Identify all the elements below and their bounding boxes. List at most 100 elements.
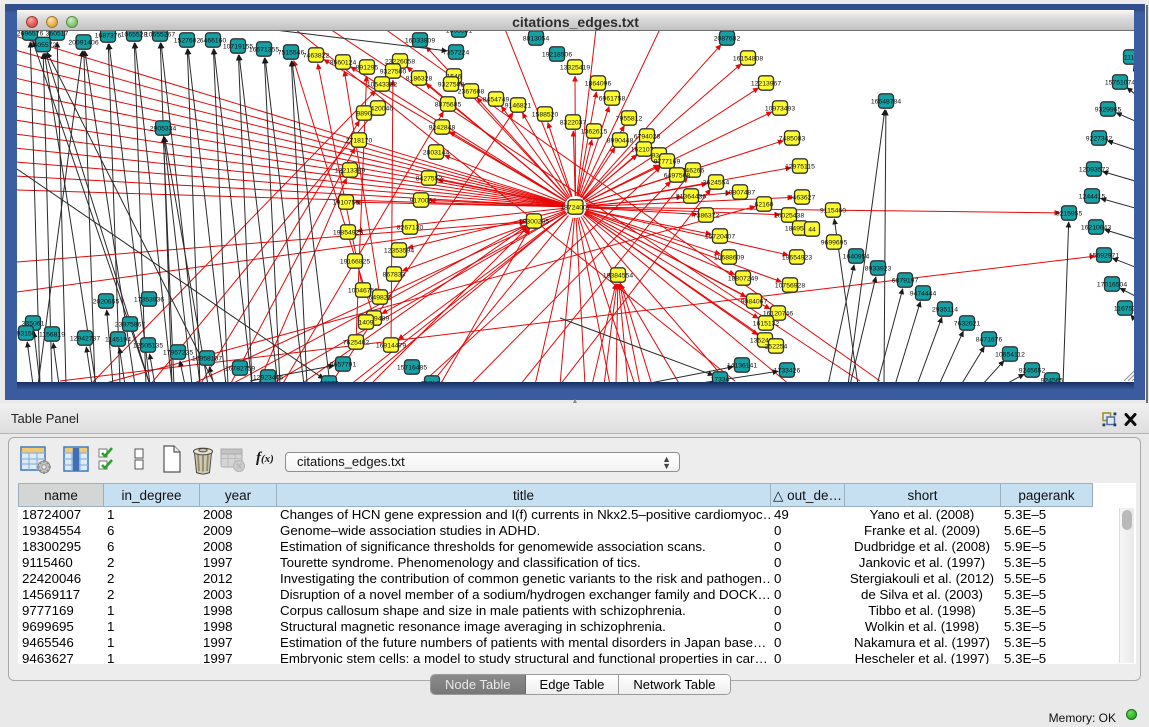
svg-text:1603381: 1603381 <box>446 31 473 34</box>
svg-text:15692971: 15692971 <box>1089 252 1119 259</box>
svg-text:1588520: 1588520 <box>532 111 559 118</box>
svg-text:16648784: 16648784 <box>871 98 901 105</box>
svg-text:7632621: 7632621 <box>954 320 981 327</box>
svg-text:891295: 891295 <box>356 64 379 71</box>
svg-text:19854925: 19854925 <box>333 229 363 236</box>
svg-text:8933923: 8933923 <box>865 265 892 272</box>
svg-text:12975115: 12975115 <box>785 163 815 170</box>
svg-text:9146821: 9146821 <box>505 102 532 109</box>
svg-text:2020655: 2020655 <box>93 298 120 305</box>
svg-text:9115460: 9115460 <box>820 207 846 214</box>
svg-text:2718170: 2718170 <box>346 137 373 144</box>
svg-text:10654112: 10654112 <box>995 351 1025 358</box>
svg-text:116753: 116753 <box>1114 305 1134 312</box>
svg-text:62160: 62160 <box>755 201 774 208</box>
svg-text:9329965: 9329965 <box>1095 106 1122 113</box>
svg-text:7463822: 7463822 <box>303 52 330 59</box>
svg-text:13325419: 13325419 <box>560 64 590 71</box>
svg-text:9890: 9890 <box>356 110 371 117</box>
svg-text:21364436: 21364436 <box>676 193 706 200</box>
svg-text:9245652: 9245652 <box>1019 367 1046 374</box>
svg-text:9327508: 9327508 <box>438 81 465 88</box>
svg-text:9777169: 9777169 <box>654 158 681 165</box>
svg-text:649822: 649822 <box>369 294 392 301</box>
svg-text:17957225: 17957225 <box>163 349 193 356</box>
svg-text:1527602: 1527602 <box>174 37 201 44</box>
svg-text:9227342: 9227342 <box>1086 135 1113 142</box>
svg-text:93150: 93150 <box>17 330 36 337</box>
svg-text:12505135: 12505135 <box>133 342 163 349</box>
svg-text:8471676: 8471676 <box>976 336 1003 343</box>
svg-text:1640954: 1640954 <box>843 253 870 260</box>
svg-text:6497568: 6497568 <box>664 172 691 179</box>
svg-text:10025438: 10025438 <box>774 212 804 219</box>
svg-text:16033809: 16033809 <box>405 37 435 44</box>
svg-text:19654923: 19654923 <box>782 254 812 261</box>
svg-text:2935114: 2935114 <box>932 306 958 313</box>
svg-text:1405572: 1405572 <box>30 42 57 49</box>
svg-text:14136141: 14136141 <box>727 362 757 369</box>
svg-text:16671355: 16671355 <box>249 46 279 53</box>
svg-text:360517: 360517 <box>46 31 69 37</box>
svg-text:12213967: 12213967 <box>751 80 781 87</box>
svg-text:1409: 1409 <box>358 319 373 326</box>
svg-text:1910755: 1910755 <box>333 199 360 206</box>
svg-text:8215955: 8215955 <box>1056 210 1083 217</box>
svg-text:18807249: 18807249 <box>728 275 758 282</box>
svg-text:16914479: 16914479 <box>376 342 406 349</box>
svg-text:20091406: 20091406 <box>68 39 98 46</box>
svg-text:7955812: 7955812 <box>616 115 643 122</box>
svg-text:9242848: 9242848 <box>429 124 456 131</box>
svg-text:6961758: 6961758 <box>599 95 626 102</box>
svg-text:9463627: 9463627 <box>789 194 816 201</box>
svg-text:1615132: 1615132 <box>753 320 780 327</box>
svg-text:1733426: 1733426 <box>774 367 801 374</box>
svg-text:7485083: 7485083 <box>779 135 806 142</box>
svg-text:917006: 917006 <box>410 197 433 204</box>
svg-text:8813054: 8813054 <box>523 35 550 42</box>
svg-text:10756928: 10756928 <box>775 282 805 289</box>
svg-text:2367608: 2367608 <box>458 88 485 95</box>
svg-text:9474444: 9474444 <box>910 290 937 297</box>
svg-text:8427552: 8427552 <box>416 175 443 182</box>
svg-text:12213389: 12213389 <box>335 167 365 174</box>
svg-text:19166825: 19166825 <box>340 258 370 265</box>
svg-text:7515546: 7515546 <box>278 49 305 56</box>
svg-text:15751074: 15751074 <box>1105 79 1134 86</box>
svg-text:10688609: 10688609 <box>714 254 744 261</box>
svg-text:44: 44 <box>808 226 816 233</box>
svg-text:1362615: 1362615 <box>581 128 608 135</box>
svg-text:12923446: 12923446 <box>253 374 283 381</box>
svg-text:1244415: 1244415 <box>1079 193 1106 200</box>
svg-text:8660124: 8660124 <box>330 59 357 66</box>
svg-text:1065528: 1065528 <box>121 31 148 38</box>
svg-text:8322037: 8322037 <box>560 119 587 126</box>
svg-text:9657791: 9657791 <box>330 361 357 368</box>
svg-text:17016504: 17016504 <box>1097 281 1127 288</box>
svg-text:252254: 252254 <box>765 343 788 350</box>
svg-text:10973493: 10973493 <box>765 105 795 112</box>
svg-text:10958107: 10958107 <box>192 355 222 362</box>
svg-text:23975867: 23975867 <box>115 321 145 328</box>
svg-text:6794028: 6794028 <box>634 133 661 140</box>
svg-text:18724007: 18724007 <box>560 204 590 211</box>
svg-text:9699695: 9699695 <box>821 239 848 246</box>
svg-text:19218506: 19218506 <box>542 51 572 58</box>
svg-text:16210643: 16210643 <box>1081 224 1111 231</box>
svg-text:7357224: 7357224 <box>443 49 470 56</box>
svg-text:12942737: 12942737 <box>70 335 100 342</box>
svg-text:1112: 1112 <box>1124 54 1134 61</box>
svg-text:8875685: 8875685 <box>435 101 462 108</box>
svg-text:2905334: 2905334 <box>150 125 177 132</box>
svg-text:1145194: 1145194 <box>105 336 131 343</box>
svg-text:15716485: 15716485 <box>397 364 427 371</box>
svg-text:12093572: 12093572 <box>1079 166 1109 173</box>
svg-text:2696576: 2696576 <box>17 31 43 37</box>
svg-text:1156819: 1156819 <box>39 331 65 338</box>
svg-text:10655267: 10655267 <box>145 31 175 38</box>
svg-text:867833: 867833 <box>383 271 406 278</box>
svg-text:2803144: 2803144 <box>423 149 450 156</box>
svg-text:8267130: 8267130 <box>397 224 424 231</box>
svg-text:8990448: 8990448 <box>607 137 634 144</box>
svg-text:17353936: 17353936 <box>134 296 164 303</box>
